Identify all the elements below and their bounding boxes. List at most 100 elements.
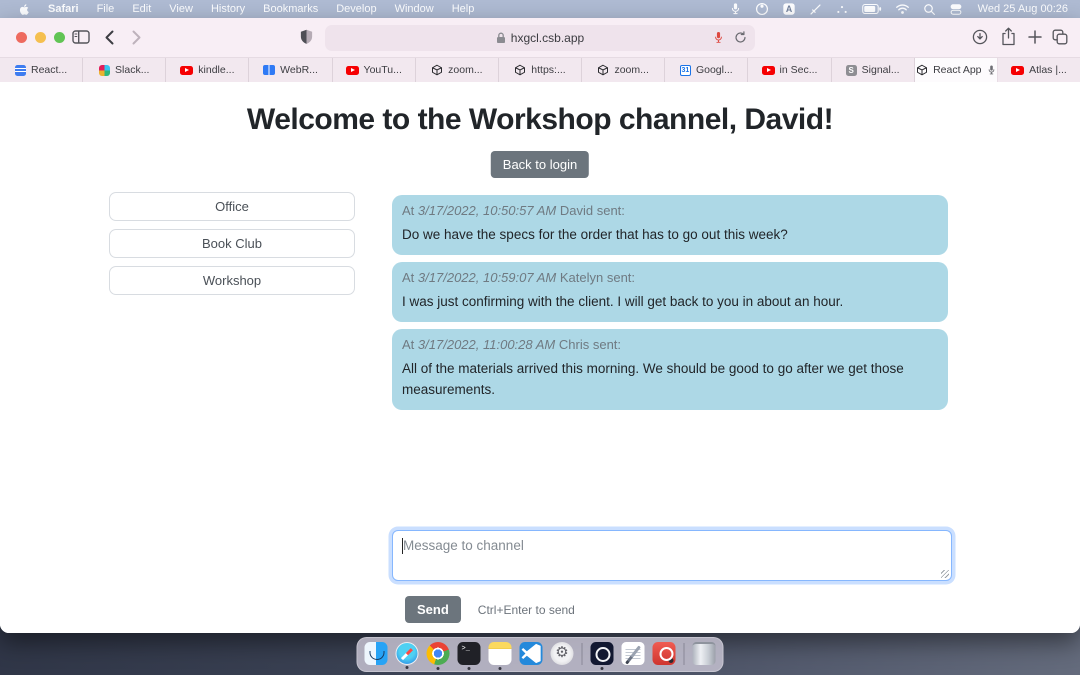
battery-icon[interactable] bbox=[862, 3, 882, 15]
tab-signal[interactable]: SSignal... bbox=[832, 58, 915, 82]
tab-react-docs[interactable]: React... bbox=[0, 58, 83, 82]
obs-status-icon[interactable] bbox=[755, 2, 769, 16]
tab-bar: React... Slack... kindle... WebR... YouT… bbox=[0, 57, 1080, 82]
channel-button-book-club[interactable]: Book Club bbox=[109, 229, 355, 258]
message-timestamp: 3/17/2022, 11:00:28 AM bbox=[418, 337, 555, 352]
close-window-button[interactable] bbox=[16, 32, 27, 43]
tab-zoom-1[interactable]: zoom... bbox=[416, 58, 499, 82]
downloads-icon[interactable] bbox=[972, 29, 988, 50]
send-button[interactable]: Send bbox=[405, 596, 461, 623]
menu-window[interactable]: Window bbox=[386, 0, 443, 18]
tab-zoom-2[interactable]: zoom... bbox=[582, 58, 665, 82]
message-text: All of the materials arrived this mornin… bbox=[402, 359, 938, 401]
dock-icon-vscode[interactable] bbox=[520, 642, 543, 665]
message-sender: David bbox=[560, 203, 593, 218]
tab-audio-mic-icon[interactable] bbox=[987, 64, 996, 76]
menu-bookmarks[interactable]: Bookmarks bbox=[254, 0, 327, 18]
spotlight-search-icon[interactable] bbox=[923, 3, 936, 16]
channel-button-workshop[interactable]: Workshop bbox=[109, 266, 355, 295]
menu-history[interactable]: History bbox=[202, 0, 254, 18]
microphone-icon[interactable] bbox=[729, 2, 742, 16]
message-timestamp: 3/17/2022, 10:59:07 AM bbox=[418, 270, 556, 285]
tab-kindle[interactable]: kindle... bbox=[166, 58, 249, 82]
menu-help[interactable]: Help bbox=[443, 0, 484, 18]
svg-text:A: A bbox=[786, 4, 793, 14]
menu-file[interactable]: File bbox=[88, 0, 124, 18]
address-bar[interactable]: hxgcl.csb.app bbox=[325, 25, 755, 51]
menu-develop[interactable]: Develop bbox=[327, 0, 385, 18]
minimize-window-button[interactable] bbox=[35, 32, 46, 43]
menu-view[interactable]: View bbox=[160, 0, 202, 18]
dock: >_ ⚙ bbox=[357, 637, 724, 672]
tab-google-calendar[interactable]: 31Googl... bbox=[665, 58, 748, 82]
new-tab-icon[interactable] bbox=[1028, 30, 1042, 49]
send-row: Send Ctrl+Enter to send bbox=[405, 596, 575, 623]
youtube-icon bbox=[762, 66, 775, 75]
resize-grip[interactable] bbox=[941, 570, 949, 578]
tab-in-sec[interactable]: in Sec... bbox=[748, 58, 831, 82]
dock-icon-photo-booth[interactable] bbox=[653, 642, 676, 665]
apple-menu-icon[interactable] bbox=[18, 3, 31, 16]
dock-icon-terminal[interactable]: >_ bbox=[458, 642, 481, 665]
sidebar-toggle-icon[interactable] bbox=[72, 29, 90, 50]
docs-icon bbox=[15, 65, 26, 76]
tab-overview-icon[interactable] bbox=[1052, 29, 1068, 50]
youtube-icon bbox=[346, 66, 359, 75]
chat-message: At 3/17/2022, 10:50:57 AM David sent: Do… bbox=[392, 195, 948, 255]
dock-icon-textedit[interactable] bbox=[622, 642, 645, 665]
tab-slack[interactable]: Slack... bbox=[83, 58, 166, 82]
control-center-icon[interactable] bbox=[949, 3, 963, 16]
tab-microphone-icon[interactable] bbox=[713, 30, 724, 50]
message-meta: At 3/17/2022, 10:50:57 AM David sent: bbox=[402, 203, 938, 218]
safari-window: hxgcl.csb.app bbox=[0, 18, 1080, 633]
tab-atlas[interactable]: Atlas |... bbox=[998, 58, 1080, 82]
privacy-shield-icon[interactable] bbox=[299, 28, 314, 51]
menu-safari[interactable]: Safari bbox=[39, 0, 88, 18]
youtube-icon bbox=[180, 66, 193, 75]
dock-icon-finder[interactable] bbox=[365, 642, 388, 665]
youtube-icon bbox=[1011, 66, 1024, 75]
message-input[interactable] bbox=[392, 530, 952, 581]
dock-icon-safari[interactable] bbox=[396, 642, 419, 665]
dock-separator bbox=[582, 643, 583, 665]
codesandbox-icon bbox=[431, 64, 443, 76]
google-calendar-icon: 31 bbox=[680, 65, 691, 76]
tab-youtube[interactable]: YouTu... bbox=[333, 58, 416, 82]
wifi-icon[interactable] bbox=[895, 3, 910, 15]
dots-icon[interactable] bbox=[835, 3, 849, 16]
reload-icon[interactable] bbox=[734, 30, 747, 50]
dock-icon-obs[interactable] bbox=[591, 642, 614, 665]
back-button-icon[interactable] bbox=[104, 30, 115, 50]
send-hint: Ctrl+Enter to send bbox=[478, 603, 575, 617]
input-source-icon[interactable]: A bbox=[782, 2, 796, 16]
lock-icon bbox=[496, 32, 506, 44]
back-to-login-button[interactable]: Back to login bbox=[491, 151, 589, 178]
share-icon[interactable] bbox=[1001, 27, 1016, 51]
menu-clock[interactable]: Wed 25 Aug 00:26 bbox=[978, 3, 1068, 15]
dock-icon-chrome[interactable] bbox=[427, 642, 450, 665]
message-meta: At 3/17/2022, 11:00:28 AM Chris sent: bbox=[402, 337, 938, 352]
tab-https[interactable]: https:... bbox=[499, 58, 582, 82]
message-text: Do we have the specs for the order that … bbox=[402, 225, 938, 246]
menu-edit[interactable]: Edit bbox=[123, 0, 160, 18]
dock-icon-system-settings[interactable]: ⚙ bbox=[551, 642, 574, 665]
codesandbox-icon bbox=[514, 64, 526, 76]
tab-react-app-active[interactable]: React App bbox=[915, 58, 998, 82]
page-content: Welcome to the Workshop channel, David! … bbox=[0, 82, 1080, 633]
pencil-slash-icon[interactable] bbox=[809, 3, 822, 16]
message-list: At 3/17/2022, 10:50:57 AM David sent: Do… bbox=[392, 195, 948, 417]
window-controls bbox=[16, 32, 65, 43]
desktop: Safari File Edit View History Bookmarks … bbox=[0, 0, 1080, 675]
tab-webr[interactable]: WebR... bbox=[249, 58, 332, 82]
signal-icon: S bbox=[846, 65, 857, 76]
zoom-window-button[interactable] bbox=[54, 32, 65, 43]
message-sender: Katelyn bbox=[560, 270, 603, 285]
channel-button-office[interactable]: Office bbox=[109, 192, 355, 221]
chat-message: At 3/17/2022, 10:59:07 AM Katelyn sent: … bbox=[392, 262, 948, 322]
forward-button-icon[interactable] bbox=[131, 30, 142, 50]
message-text: I was just confirming with the client. I… bbox=[402, 292, 938, 313]
message-composer bbox=[392, 530, 952, 581]
dock-icon-trash[interactable] bbox=[693, 642, 716, 665]
dock-separator bbox=[684, 643, 685, 665]
dock-icon-notes[interactable] bbox=[489, 642, 512, 665]
